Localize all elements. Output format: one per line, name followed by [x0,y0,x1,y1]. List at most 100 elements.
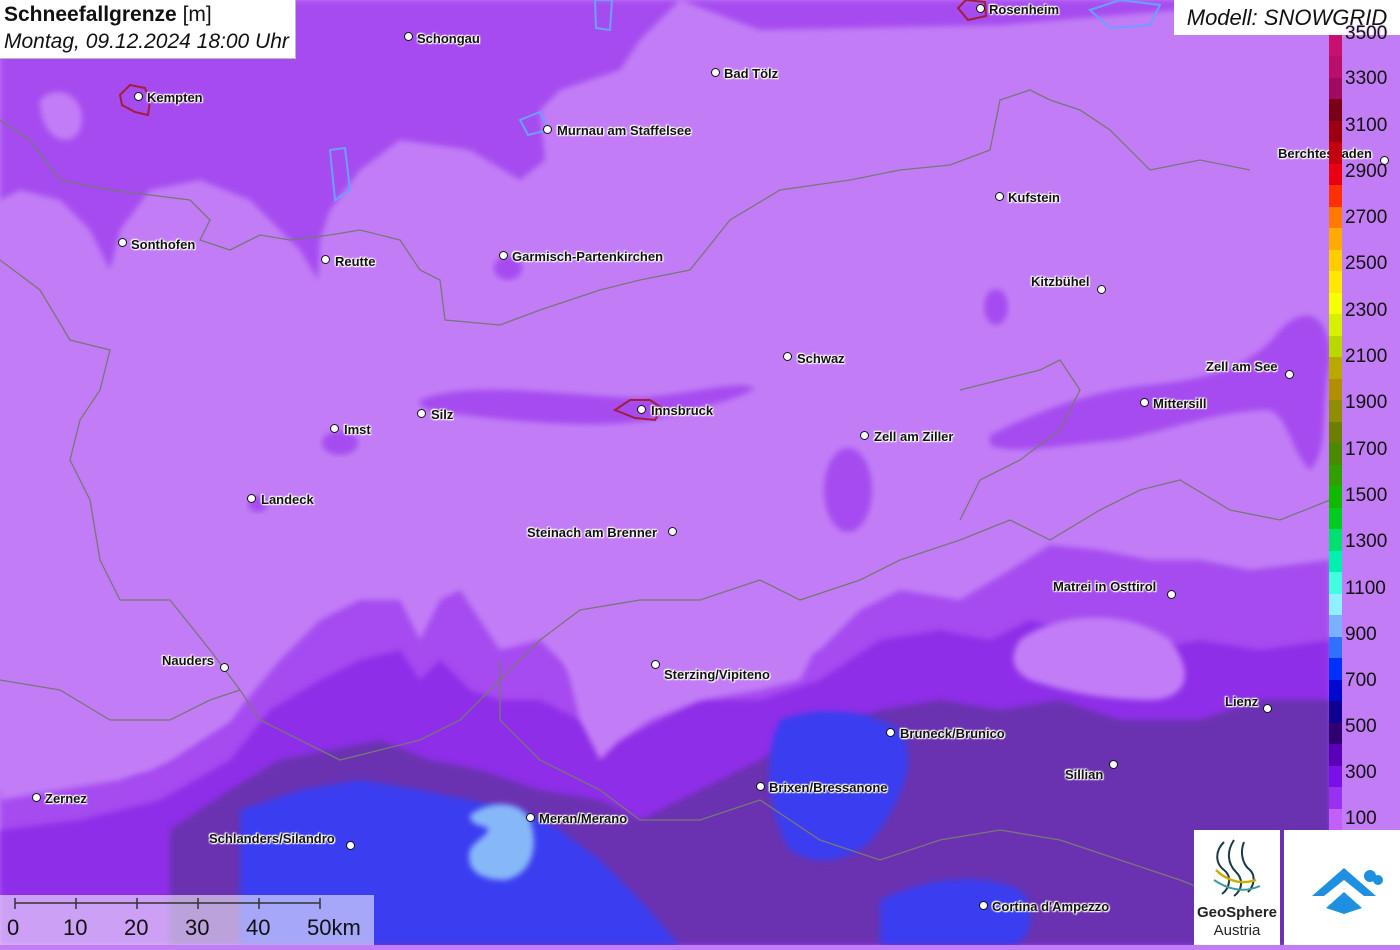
city-marker[interactable] [321,255,330,264]
city-marker[interactable] [1109,760,1118,769]
city-marker[interactable] [979,901,988,910]
city-label[interactable]: Mittersill [1153,396,1206,411]
city-label[interactable]: Sonthofen [131,237,195,252]
city-marker[interactable] [404,32,413,41]
city-label[interactable]: Lienz [1225,694,1258,709]
legend-label: 3500 [1345,23,1388,44]
city-marker[interactable] [526,813,535,822]
city-marker[interactable] [118,238,127,247]
legend-color-segment [1329,722,1342,745]
geosphere-text: GeoSphere [1196,904,1278,921]
city-label[interactable]: Imst [344,422,371,437]
meran-lightblue [469,804,534,880]
city-marker[interactable] [711,68,720,77]
city-marker[interactable] [330,424,339,433]
legend-label: 900 [1345,624,1377,645]
legend-color-segment [1329,77,1342,100]
snowgrid-logo[interactable] [1284,830,1400,945]
scale-tick-label: 40 [246,915,271,940]
legend-color-segment [1329,228,1342,251]
city-marker[interactable] [886,728,895,737]
city-label[interactable]: Rosenheim [989,2,1059,17]
city-marker[interactable] [783,352,792,361]
city-label[interactable]: Schlanders/Silandro [209,831,335,846]
city-label[interactable]: Garmisch-Partenkirchen [512,249,663,264]
legend-color-segment [1329,550,1342,573]
spot-kitz [984,289,1008,325]
scale-tick-label: 10 [63,915,88,940]
legend-color-segment [1329,206,1342,229]
legend-color-segment [1329,787,1342,809]
city-label[interactable]: Kitzbühel [1031,274,1090,289]
city-label[interactable]: Meran/Merano [539,811,627,826]
city-label[interactable]: Kufstein [1008,190,1060,205]
snowfall-map[interactable] [0,0,1400,945]
city-label[interactable]: Bruneck/Brunico [900,726,1005,741]
legend-color-segment [1329,335,1342,358]
city-label[interactable]: Nauders [162,653,214,668]
city-label[interactable]: Reutte [335,254,375,269]
city-label[interactable]: Zell am Ziller [874,429,953,444]
city-label[interactable]: Innsbruck [651,403,713,418]
city-label[interactable]: Steinach am Brenner [527,525,657,540]
city-marker[interactable] [1263,704,1272,713]
city-label[interactable]: Silz [431,407,453,422]
legend-label: 700 [1345,670,1377,691]
legend-color-segment [1329,701,1342,724]
city-marker[interactable] [417,409,426,418]
city-label[interactable]: Zell am See [1206,359,1278,374]
legend-color-segment [1329,593,1342,616]
city-label[interactable]: Zernez [45,791,87,806]
legend-label: 300 [1345,762,1377,783]
legend-label: 2700 [1345,207,1388,228]
city-marker[interactable] [543,125,552,134]
city-label[interactable]: Brixen/Bressanone [769,780,888,795]
city-marker[interactable] [220,663,229,672]
city-marker[interactable] [976,4,985,13]
legend-color-segment [1329,185,1342,208]
city-marker[interactable] [346,841,355,850]
legend-label: 1300 [1345,531,1388,552]
legend-label: 2100 [1345,346,1388,367]
city-marker[interactable] [134,92,143,101]
city-marker[interactable] [499,251,508,260]
city-marker[interactable] [995,192,1004,201]
city-label[interactable]: Landeck [261,492,314,507]
legend-color-segment [1329,486,1342,509]
legend-color-segment [1329,765,1342,788]
city-marker[interactable] [1167,590,1176,599]
city-marker[interactable] [756,782,765,791]
legend-color-segment [1329,292,1342,315]
legend-color-segment [1329,421,1342,444]
legend-colorbar [1329,35,1342,831]
city-marker[interactable] [32,793,41,802]
city-label[interactable]: Cortina d'Ampezzo [992,899,1109,914]
legend-label: 3100 [1345,115,1388,136]
city-marker[interactable] [247,494,256,503]
city-label[interactable]: Murnau am Staffelsee [557,123,691,138]
city-label[interactable]: Schwaz [797,351,845,366]
city-label[interactable]: Sterzing/Vipiteno [664,667,770,682]
legend-color-segment [1329,378,1342,401]
map-title: Schneefallgrenze [m] [4,3,289,27]
city-marker[interactable] [668,527,677,536]
city-marker[interactable] [1285,370,1294,379]
city-marker[interactable] [1140,398,1149,407]
legend-color-segment [1329,507,1342,530]
legend-color-segment [1329,357,1342,380]
city-marker[interactable] [860,431,869,440]
city-label[interactable]: Schongau [417,31,480,46]
city-label[interactable]: Matrei in Osttirol [1053,579,1156,594]
legend-color-segment [1329,636,1342,659]
legend-label: 1700 [1345,439,1388,460]
legend-color-segment [1329,658,1342,681]
city-label[interactable]: Sillian [1065,767,1103,782]
city-marker[interactable] [651,660,660,669]
city-marker[interactable] [637,405,646,414]
city-label[interactable]: Berchtesgaden [1278,146,1372,161]
title-unit: [m] [182,3,212,26]
city-label[interactable]: Kempten [147,90,203,105]
city-label[interactable]: Bad Tölz [724,66,778,81]
geosphere-logo[interactable]: GeoSphere Austria [1194,830,1280,945]
city-marker[interactable] [1097,285,1106,294]
